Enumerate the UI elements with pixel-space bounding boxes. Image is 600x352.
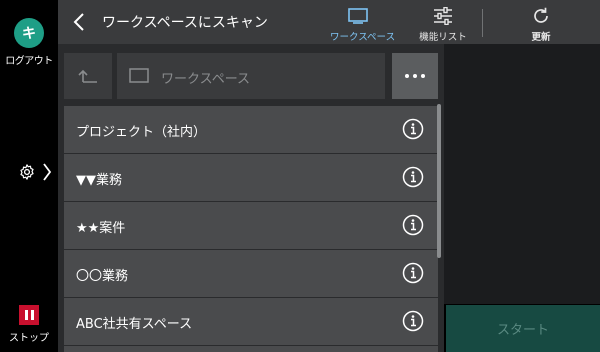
- info-icon[interactable]: [402, 118, 424, 140]
- chevron-right-icon: [43, 163, 52, 181]
- path-toolbar: ワークスペース: [58, 44, 444, 104]
- list-item-label: 〇〇業務: [76, 269, 129, 284]
- up-level-icon: [78, 69, 97, 83]
- stop-button[interactable]: ストップ: [0, 305, 58, 344]
- info-icon[interactable]: [402, 310, 424, 332]
- header-divider: [482, 9, 483, 37]
- info-icon[interactable]: [402, 262, 424, 284]
- tab-workspace[interactable]: ワークスペース: [330, 6, 396, 43]
- refresh-icon: [534, 7, 548, 23]
- refresh-button[interactable]: 更新: [516, 6, 566, 43]
- list-item-label: ▼▼業務: [76, 173, 122, 188]
- workspace-list: プロジェクト（社内） ▼▼業務 ★★案件 〇〇業務 ABC社共有スペース: [64, 106, 438, 352]
- list-item[interactable]: ★★案件: [64, 202, 438, 250]
- list-item[interactable]: プロジェクト（社内）: [64, 106, 438, 154]
- logout-label: ログアウト: [5, 56, 53, 67]
- settings-button[interactable]: [18, 162, 52, 182]
- info-icon[interactable]: [402, 166, 424, 188]
- tab-function-list[interactable]: 機能リスト: [408, 6, 478, 43]
- logout-button[interactable]: キ ログアウト: [0, 18, 58, 67]
- pause-icon: [19, 305, 39, 325]
- list-item-label: ★★案件: [76, 221, 126, 236]
- refresh-label: 更新: [531, 32, 551, 43]
- chevron-left-icon: [73, 13, 84, 31]
- tab-function-list-label: 機能リスト: [419, 32, 467, 43]
- list-item-label: ABC社共有スペース: [76, 317, 193, 332]
- more-options-button[interactable]: [392, 53, 438, 99]
- list-scrollbar[interactable]: [437, 104, 441, 258]
- list-item[interactable]: ABC社共有スペース: [64, 298, 438, 346]
- page-title: ワークスペースにスキャン: [102, 15, 268, 31]
- back-button[interactable]: [72, 12, 86, 32]
- tab-workspace-label: ワークスペース: [330, 32, 396, 43]
- path-field[interactable]: ワークスペース: [117, 53, 385, 99]
- header-bar: ワークスペースにスキャン ワークスペース 機能リスト 更新: [58, 0, 600, 44]
- stop-label: ストップ: [9, 333, 49, 344]
- gear-icon: [20, 164, 34, 180]
- app-screen: キ ログアウト ストップ ワークスペースにスキャン ワークスペース 機能リスト …: [0, 0, 600, 352]
- monitor-icon: [348, 8, 368, 24]
- left-rail: キ ログアウト ストップ: [0, 0, 58, 352]
- monitor-icon: [129, 68, 149, 83]
- start-button[interactable]: スタート: [446, 305, 600, 352]
- more-icon-dot: [405, 74, 409, 78]
- list-item[interactable]: ▼▼業務: [64, 154, 438, 202]
- path-text: ワークスペース: [161, 72, 251, 87]
- info-icon[interactable]: [402, 214, 424, 236]
- list-item[interactable]: 〇〇業務: [64, 250, 438, 298]
- list-item-label: プロジェクト（社内）: [76, 125, 207, 140]
- sliders-icon: [434, 7, 452, 25]
- more-icon-dot: [413, 74, 417, 78]
- workspace-panel: ワークスペース プロジェクト（社内） ▼▼業務 ★★案件 〇〇業務 ABC社共有…: [58, 44, 444, 352]
- list-item[interactable]: [64, 346, 438, 352]
- logout-icon: キ: [14, 18, 44, 48]
- preview-area: [444, 44, 600, 304]
- more-icon-dot: [421, 74, 425, 78]
- up-level-button[interactable]: [64, 53, 112, 99]
